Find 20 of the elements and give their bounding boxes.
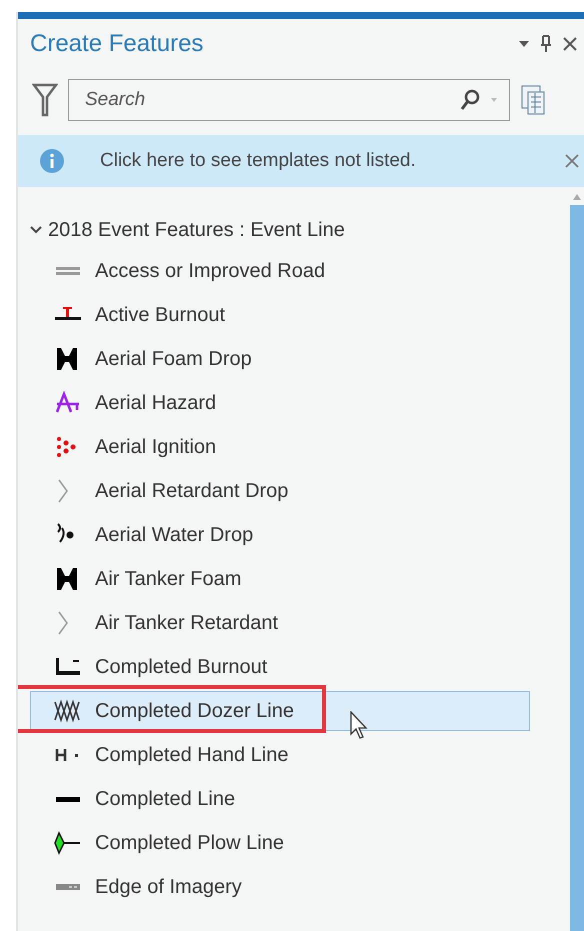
template-item[interactable]: Aerial Ignition (30, 427, 530, 467)
template-item[interactable]: Completed Burnout (30, 647, 530, 687)
info-bar[interactable]: Click here to see templates not listed. (18, 135, 584, 187)
template-item[interactable]: Completed Dozer Line (30, 691, 530, 731)
template-item[interactable]: Aerial Retardant Drop (30, 471, 530, 511)
info-message: Click here to see templates not listed. (100, 150, 417, 172)
group-header[interactable]: 2018 Event Features : Event Line (30, 213, 570, 247)
template-item[interactable]: Aerial Hazard (30, 383, 530, 423)
search-field[interactable]: Search (68, 79, 510, 121)
template-item[interactable]: Completed Line (30, 779, 530, 819)
template-item[interactable]: Access or Improved Road (30, 251, 530, 291)
template-item[interactable]: Completed Plow Line (30, 823, 530, 863)
template-item[interactable]: Aerial Water Drop (30, 515, 530, 555)
template-item[interactable]: Air Tanker Retardant (30, 603, 530, 643)
template-item[interactable]: Air Tanker Foam (30, 559, 530, 599)
template-item[interactable]: Edge of Imagery (30, 867, 530, 907)
template-item[interactable]: Completed Hand Line (30, 735, 530, 775)
template-item[interactable]: Active Burnout (30, 295, 530, 335)
template-item[interactable]: Aerial Foam Drop (30, 339, 530, 379)
panel-title: Create Features (30, 30, 204, 58)
